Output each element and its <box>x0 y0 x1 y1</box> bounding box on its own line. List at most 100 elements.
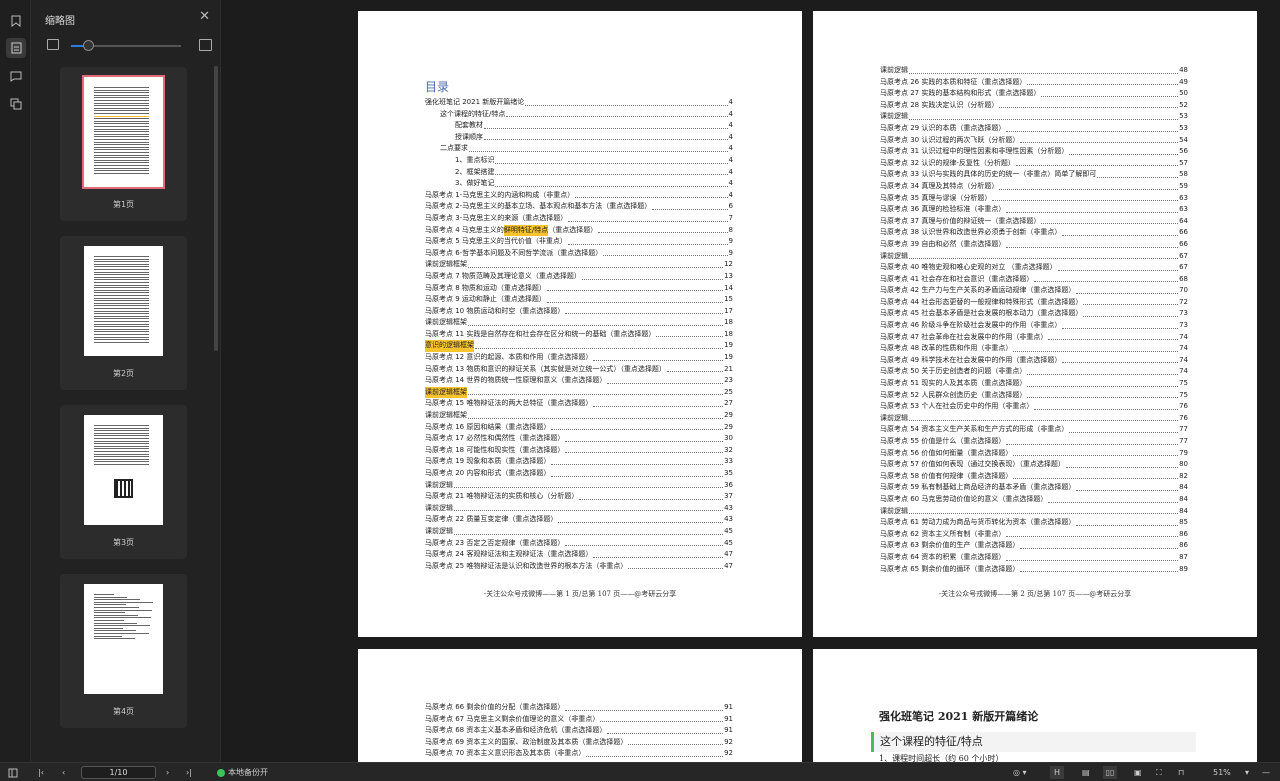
toc-entry[interactable]: 马原考点 21 唯物辩证法的实质和核心（分析题） 37 <box>425 491 733 503</box>
toc-entry[interactable]: 马原考点 67 马克思主义剩余价值理论的意义（非重点） 91 <box>425 714 733 726</box>
toc-entry[interactable]: 这个课程的特征/特点 4 <box>425 109 733 121</box>
toc-entry[interactable]: 马原考点 60 马克思劳动价值论的意义（重点选择题） 84 <box>880 494 1188 506</box>
toc-entry[interactable]: 马原考点 36 真理的检验标准（非重点） 63 <box>880 204 1188 216</box>
toc-entry[interactable]: 马原考点 65 剩余价值的循环（重点选择题） 89 <box>880 564 1188 576</box>
toc-entry[interactable]: 马原考点 16 原因和结果（重点选择题） 29 <box>425 422 733 434</box>
backup-status[interactable]: 本地备份开 <box>217 766 268 779</box>
toc-entry[interactable]: 马原考点 51 现实的人及其本质（重点选择题） 75 <box>880 378 1188 390</box>
large-image-icon[interactable] <box>199 39 212 51</box>
toc-entry[interactable]: 马原考点 17 必然性和偶然性（重点选择题） 30 <box>425 433 733 445</box>
toc-entry[interactable]: 马原考点 23 否定之否定规律（重点选择题） 45 <box>425 538 733 550</box>
toc-entry[interactable]: 马原考点 57 价值如何表现（通过交换表现）（重点选择题） 80 <box>880 459 1188 471</box>
toc-entry[interactable]: 马原考点 62 资本主义所有制（非重点） 86 <box>880 529 1188 541</box>
toc-entry[interactable]: 马原考点 25 唯物辩证法是认识和改造世界的根本方法（非重点） 47 <box>425 561 733 573</box>
toc-entry[interactable]: 马原考点 37 真理与价值的辩证统一（重点选择题） 64 <box>880 216 1188 228</box>
toc-entry[interactable]: 马原考点 9 运动和静止（重点选择题） 15 <box>425 294 733 306</box>
thumbnail-page-4[interactable]: 第4页 <box>60 574 187 728</box>
toc-entry[interactable]: 课前逻辑 67 <box>880 251 1188 263</box>
toc-entry[interactable]: 马原考点 39 自由和必然（重点选择题） 66 <box>880 239 1188 251</box>
toc-entry[interactable]: 课前逻辑 43 <box>425 503 733 515</box>
zoom-level[interactable]: 51% <box>1213 766 1231 779</box>
toc-entry[interactable]: 马原考点 26 实践的本质和特征（重点选择题） 49 <box>880 77 1188 89</box>
zoom-out-icon[interactable]: — <box>1262 766 1270 779</box>
thumbnail-page-1[interactable]: 第1页 <box>60 67 187 221</box>
fit-page-icon[interactable]: ▣ <box>1134 766 1142 779</box>
fit-height-icon[interactable]: H <box>1050 766 1064 779</box>
toc-entry[interactable]: 马原考点 14 世界的物质统一性原理和意义（重点选择题） 23 <box>425 375 733 387</box>
toc-entry[interactable]: 马原考点 11 实践是自然存在和社会存在区分和统一的基础（重点选择题） 18 <box>425 329 733 341</box>
toc-entry[interactable]: 马原考点 44 社会形态更替的一般规律和特殊形式（重点选择题） 72 <box>880 297 1188 309</box>
zoom-dropdown-icon[interactable]: ▾ <box>1245 766 1249 779</box>
toc-entry[interactable]: 马原考点 4 马克思主义的 鲜明特征/特点 （重点选择题） 8 <box>425 224 733 237</box>
toc-entry[interactable]: 马原考点 7 物质范畴及其理论意义（重点选择题） 13 <box>425 271 733 283</box>
toc-entry[interactable]: 马原考点 40 唯物史观和唯心史观的对立 （重点选择题） 67 <box>880 262 1188 274</box>
toc-entry[interactable]: 课前逻辑 84 <box>880 506 1188 518</box>
next-page-icon[interactable]: › <box>166 766 169 779</box>
toc-entry[interactable]: 马原考点 70 资本主义意识形态及其本质（非重点） 92 <box>425 748 733 760</box>
close-icon[interactable]: ✕ <box>199 9 210 24</box>
thumbnail-icon[interactable] <box>6 38 26 58</box>
toc-entry[interactable]: 马原考点 31 认识过程中的理性因素和非理性因素（分析题） 56 <box>880 146 1188 158</box>
toc-entry[interactable]: 马原考点 2-马克思主义的基本立场、基本观点和基本方法（重点选择题） 6 <box>425 201 733 213</box>
toc-entry[interactable]: 马原考点 15 唯物辩证法的两大总特征（重点选择题） 27 <box>425 398 733 410</box>
toc-entry[interactable]: 马原考点 22 质量互变定律（重点选择题） 43 <box>425 514 733 526</box>
toc-entry[interactable]: 马原考点 33 认识与实践的具体的历史的统一（非重点）简单了解即可 58 <box>880 169 1188 181</box>
eye-mode-icon[interactable]: ◎ ▾ <box>1013 766 1027 779</box>
toc-entry[interactable]: 马原考点 20 内容和形式（重点选择题） 35 <box>425 468 733 480</box>
toc-entry[interactable]: 配套教材 4 <box>425 120 733 132</box>
toc-entry[interactable]: 马原考点 27 实践的基本结构和形式（重点选择题） 50 <box>880 88 1188 100</box>
toc-entry[interactable]: 马原考点 50 关于历史创造者的问题（非重点） 74 <box>880 366 1188 378</box>
toc-entry[interactable]: 马原考点 68 资本主义基本矛盾和经济危机（重点选择题） 91 <box>425 725 733 737</box>
toc-entry[interactable]: 马原考点 47 社会革命在社会发展中的作用（非重点） 74 <box>880 332 1188 344</box>
toc-entry[interactable]: 马原考点 69 资本主义的国家、政治制度及其本质（重点选择题） 92 <box>425 737 733 749</box>
toc-entry[interactable]: 课前逻辑 76 <box>880 413 1188 425</box>
toc-entry[interactable]: 马原考点 41 社会存在和社会意识（重点选择题） 68 <box>880 274 1188 286</box>
toc-entry[interactable]: 马原考点 32 认识的规律-反复性（分析题） 57 <box>880 158 1188 170</box>
toc-entry[interactable]: 马原考点 6-哲学基本问题及不同哲学流派（重点选择题） 9 <box>425 248 733 260</box>
toc-entry[interactable]: 马原考点 52 人民群众创造历史（重点选择题） 75 <box>880 390 1188 402</box>
toc-entry[interactable]: 强化班笔记 2021 新版开篇绪论 4 <box>425 97 733 109</box>
single-page-icon[interactable]: ▤ <box>1082 766 1090 779</box>
toc-entry[interactable]: 马原考点 63 剩余价值的生产（重点选择题） 86 <box>880 540 1188 552</box>
thumbnail-page-3[interactable]: 第3页 <box>60 405 187 559</box>
panel-scrollbar[interactable] <box>214 66 218 351</box>
toc-entry[interactable]: 马原考点 13 物质和意识的辩证关系（其实就是对立统一公式）（重点选择题） 21 <box>425 364 733 376</box>
toc-entry[interactable]: 马原考点 49 科学技术在社会发展中的作用（重点选择题） 74 <box>880 355 1188 367</box>
prev-page-icon[interactable]: ‹ <box>62 766 65 779</box>
toc-entry[interactable]: 课前逻辑框架 12 <box>425 259 733 271</box>
toc-entry[interactable]: 马原考点 8 物质和运动（重点选择题） 14 <box>425 283 733 295</box>
toc-entry[interactable]: 3、做好笔记 4 <box>425 178 733 190</box>
toc-entry[interactable]: 马原考点 30 认识过程的两次飞跃（分析题） 54 <box>880 135 1188 147</box>
toc-entry[interactable]: 马原考点 64 资本的积累（重点选择题） 87 <box>880 552 1188 564</box>
toc-entry[interactable]: 课前逻辑 53 <box>880 111 1188 123</box>
page-number-input[interactable]: 1/10 <box>81 766 156 779</box>
toc-entry[interactable]: 马原考点 1-马克思主义的内涵和构成（非重点） 4 <box>425 190 733 202</box>
thumbnail-size-slider[interactable] <box>71 40 181 51</box>
toc-entry[interactable]: 马原考点 12 意识的起源、本质和作用（重点选择题） 19 <box>425 352 733 364</box>
toc-entry[interactable]: 马原考点 45 社会基本矛盾是社会发展的根本动力（重点选择题） 73 <box>880 308 1188 320</box>
toc-entry[interactable]: 马原考点 18 可能性和现实性（重点选择题） 32 <box>425 445 733 457</box>
toc-entry[interactable]: 马原考点 59 私有制基础上商品经济的基本矛盾（重点选择题） 84 <box>880 482 1188 494</box>
toc-entry[interactable]: 马原考点 34 真理及其特点（分析题） 59 <box>880 181 1188 193</box>
toc-entry[interactable]: 马原考点 53 个人在社会历史中的作用（非重点） 76 <box>880 401 1188 413</box>
thumbnail-page-2[interactable]: 第2页 <box>60 236 187 390</box>
toc-entry[interactable]: 课前逻辑 36 <box>425 480 733 492</box>
toc-entry[interactable]: 马原考点 54 资本主义生产关系和生产方式的形成（非重点） 77 <box>880 424 1188 436</box>
toc-entry[interactable]: 马原考点 66 剩余价值的分配（重点选择题） 91 <box>425 702 733 714</box>
toc-entry[interactable]: 马原考点 48 改革的性质和作用（非重点） 74 <box>880 343 1188 355</box>
toc-entry[interactable]: 马原考点 42 生产力与生产关系的矛盾运动规律（重点选择题） 70 <box>880 285 1188 297</box>
toc-entry[interactable]: 课前逻辑框架 18 <box>425 317 733 329</box>
toc-entry[interactable]: 马原考点 46 阶级斗争在阶级社会发展中的作用（非重点） 73 <box>880 320 1188 332</box>
toc-entry[interactable]: 2、框架搭建 4 <box>425 167 733 179</box>
toc-entry[interactable]: 1、重点标识 4 <box>425 155 733 167</box>
toc-entry[interactable]: 课前逻辑 45 <box>425 526 733 538</box>
toc-entry[interactable]: 课前逻辑框架 25 <box>425 386 733 399</box>
toc-entry[interactable]: 马原考点 24 客观辩证法和主观辩证法（重点选择题） 47 <box>425 549 733 561</box>
toc-entry[interactable]: 马原考点 29 认识的本质（重点选择题） 53 <box>880 123 1188 135</box>
comment-icon[interactable] <box>6 66 26 86</box>
sidebar-toggle-icon[interactable] <box>8 766 18 779</box>
toc-entry[interactable]: 马原考点 19 现象和本质（重点选择题） 33 <box>425 456 733 468</box>
toc-entry[interactable]: 课前逻辑 48 <box>880 65 1188 77</box>
toc-entry[interactable]: 马原考点 38 认识世界和改造世界必须勇于创新（非重点） 66 <box>880 227 1188 239</box>
copy-pages-icon[interactable] <box>6 94 26 114</box>
